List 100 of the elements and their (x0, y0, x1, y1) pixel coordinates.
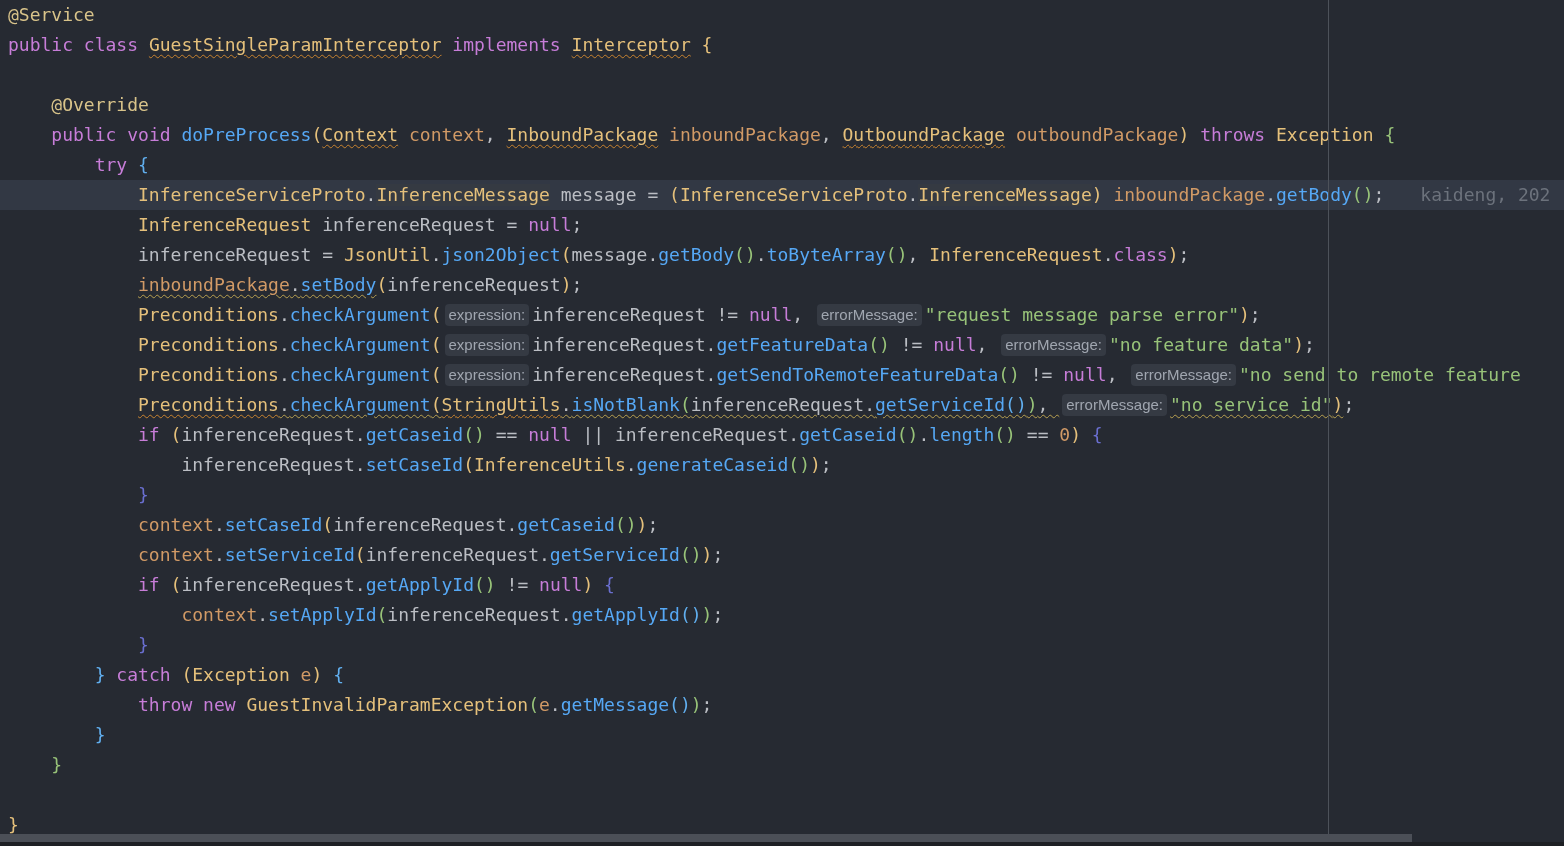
bracket: () (788, 454, 810, 476)
parameter-name: context (138, 514, 214, 536)
code-text: inferenceRequest. (181, 574, 366, 596)
code-text: , (1037, 394, 1050, 416)
class-name: Preconditions (138, 334, 279, 356)
code-text: ; (1249, 304, 1261, 326)
code-text: != (1029, 364, 1054, 386)
code-text: == (494, 424, 519, 446)
annotation: @Override (51, 94, 149, 116)
bracket: } (94, 724, 106, 746)
number-literal: 0 (1059, 424, 1071, 446)
class-name: InferenceServiceProto (679, 184, 908, 206)
string-literal: "request message parse error" (924, 304, 1239, 326)
string-literal: "no feature data" (1108, 334, 1294, 356)
bracket: } (138, 484, 149, 506)
bracket: () (614, 514, 637, 536)
code-text: . (278, 394, 290, 416)
code-text: , (1106, 364, 1119, 386)
bracket: () (474, 574, 496, 596)
bracket: ) (1239, 304, 1250, 326)
bracket: } (138, 634, 149, 656)
keyword: if (138, 424, 160, 446)
method-name: toByteArray (766, 244, 886, 266)
bracket: ( (169, 574, 182, 596)
bracket: ) (1070, 424, 1081, 446)
keyword: null (933, 334, 977, 356)
method-name: checkArgument (289, 334, 431, 356)
method-name: getServiceId (549, 544, 680, 566)
bracket: () (1005, 394, 1027, 416)
code-text: . (430, 244, 442, 266)
parameter-name: inboundPackage (138, 274, 290, 296)
code-text: . (1102, 244, 1114, 266)
bracket: ( (430, 304, 442, 326)
code-text: . (918, 424, 930, 446)
keyword: public void (51, 124, 172, 146)
bracket: ) (1167, 244, 1179, 266)
code-text: . (289, 274, 301, 296)
class-name: InferenceUtils (474, 454, 626, 476)
method-name: setBody (300, 274, 377, 296)
horizontal-scrollbar[interactable] (0, 834, 1412, 842)
bracket: ) (1293, 334, 1305, 356)
code-text: , (976, 334, 989, 356)
parameter-hint: expression: (444, 364, 530, 386)
method-name: checkArgument (289, 394, 431, 416)
bracket: ( (463, 454, 474, 476)
bracket: ( (430, 394, 442, 416)
code-text: ; (647, 514, 659, 536)
code-text: ; (1304, 334, 1315, 356)
code-text: ; (712, 604, 724, 626)
bracket: () (1351, 184, 1374, 206)
code-text: inferenceRequest = (321, 214, 519, 236)
code-text: . (625, 454, 637, 476)
code-text: . (213, 514, 225, 536)
code-text: inferenceRequest = (138, 244, 335, 266)
parameter-hint: expression: (444, 304, 530, 326)
method-name: getCaseid (799, 424, 897, 446)
parameter-name: context (138, 544, 214, 566)
keyword: null (1063, 364, 1107, 386)
parameter-name: context (407, 124, 485, 146)
bracket: { (700, 34, 713, 56)
class-name: GuestSingleParamInterceptor (148, 34, 442, 56)
code-text: . (278, 364, 290, 386)
bracket: () (734, 244, 756, 266)
keyword: throw new (138, 694, 237, 716)
keyword: implements (451, 34, 562, 56)
code-text: . (365, 184, 377, 206)
bracket: ( (322, 514, 334, 536)
class-name: InferenceMessage (376, 184, 550, 206)
bracket: () (998, 364, 1020, 386)
bracket: ( (430, 364, 442, 386)
code-text: , (820, 124, 833, 146)
keyword: null (748, 304, 793, 326)
method-name: getApplyId (571, 604, 680, 626)
bracket: ( (528, 694, 539, 716)
parameter-name: inboundPackage (668, 124, 821, 146)
method-name: checkArgument (289, 304, 431, 326)
keyword: null (539, 574, 583, 596)
annotation: @Service (8, 4, 95, 26)
parameter-name: inboundPackage (1112, 184, 1266, 206)
keyword: null (528, 214, 572, 236)
bracket: ( (181, 664, 193, 686)
bracket: ) (311, 664, 323, 686)
class-name: Exception (192, 664, 290, 686)
code-text: inferenceRequest. (532, 364, 717, 386)
code-text: ; (1373, 184, 1385, 206)
bracket: { (603, 574, 615, 596)
bracket: () (885, 244, 908, 266)
code-text: , (792, 304, 805, 326)
parameter-name: outboundPackage (1014, 124, 1179, 146)
method-name: getCaseid (365, 424, 464, 446)
bracket: () (896, 424, 919, 446)
keyword: throws (1199, 124, 1267, 146)
code-text: inferenceRequest. (387, 604, 572, 626)
parameter-hint: errorMessage: (817, 304, 922, 326)
bracket: ) (1091, 184, 1103, 206)
code-text: . (560, 394, 572, 416)
bracket: () (994, 424, 1016, 446)
code-text: inferenceRequest. (532, 334, 717, 356)
code-text: . (213, 544, 225, 566)
method-name: doPreProcess (181, 124, 312, 146)
